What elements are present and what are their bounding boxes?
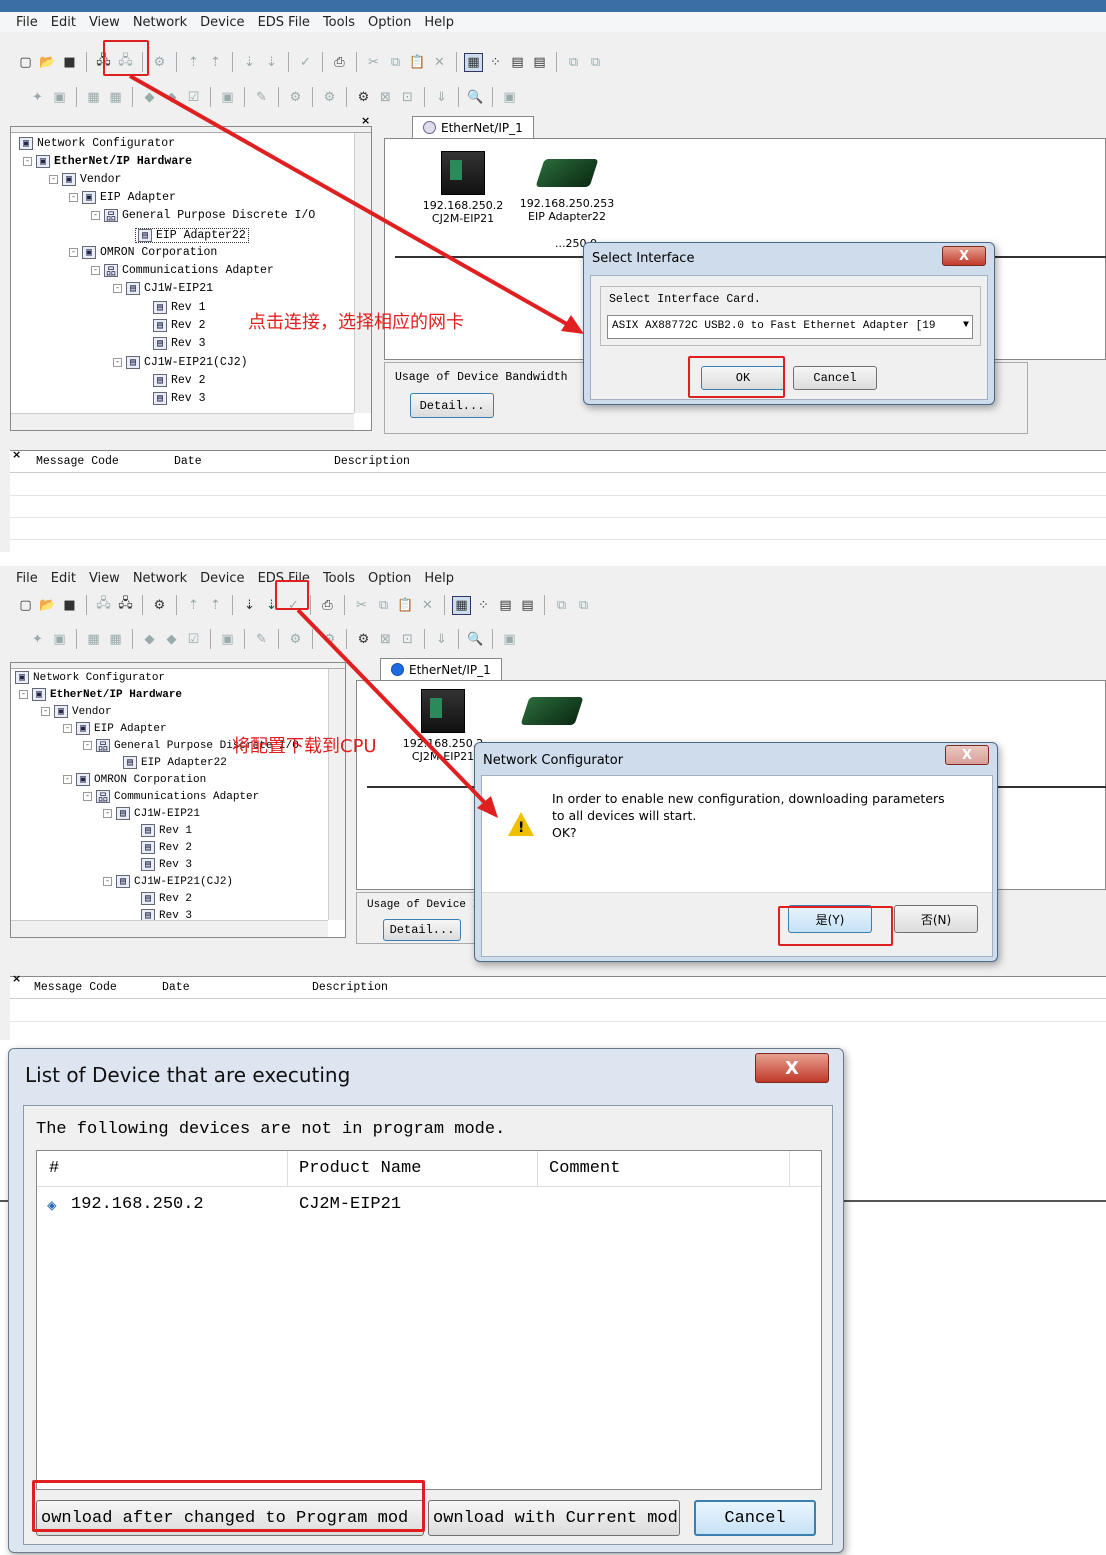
col-number[interactable]: # <box>49 1159 59 1178</box>
annotation-arrow <box>296 608 498 818</box>
col-divider <box>537 1151 538 1187</box>
col-comment[interactable]: Comment <box>549 1159 620 1178</box>
dialog-close-button[interactable]: X <box>755 1053 829 1083</box>
panel-download-confirm: File Edit View Network Device EDS File T… <box>0 566 1106 1040</box>
col-divider <box>287 1151 288 1187</box>
panel-device-list: List of Device that are executing X The … <box>0 1040 1106 1555</box>
program-mode-highlight-box <box>32 1480 425 1532</box>
device-icon: ◈ <box>47 1197 57 1215</box>
device-list-dialog: List of Device that are executing X The … <box>8 1048 844 1553</box>
dialog-subtitle: The following devices are not in program… <box>36 1120 506 1139</box>
panel-select-interface: File Edit View Network Device EDS File T… <box>0 0 1106 552</box>
download-current-mode-button[interactable]: ownload with Current mod <box>428 1500 680 1536</box>
row-ip: 192.168.250.2 <box>71 1195 204 1214</box>
col-divider <box>789 1151 790 1187</box>
dialog-title: List of Device that are executing <box>25 1063 351 1087</box>
col-product-name[interactable]: Product Name <box>299 1159 421 1178</box>
device-list-table: # Product Name Comment ◈ 192.168.250.2 C… <box>36 1150 822 1490</box>
row-product: CJ2M-EIP21 <box>299 1195 402 1214</box>
cancel-button[interactable]: Cancel <box>694 1500 816 1536</box>
table-header: # Product Name Comment <box>37 1151 821 1187</box>
table-row[interactable]: ◈ 192.168.250.2 CJ2M-EIP21 <box>37 1191 821 1221</box>
dialog-body: The following devices are not in program… <box>23 1105 833 1545</box>
annotation-arrow <box>129 74 584 334</box>
